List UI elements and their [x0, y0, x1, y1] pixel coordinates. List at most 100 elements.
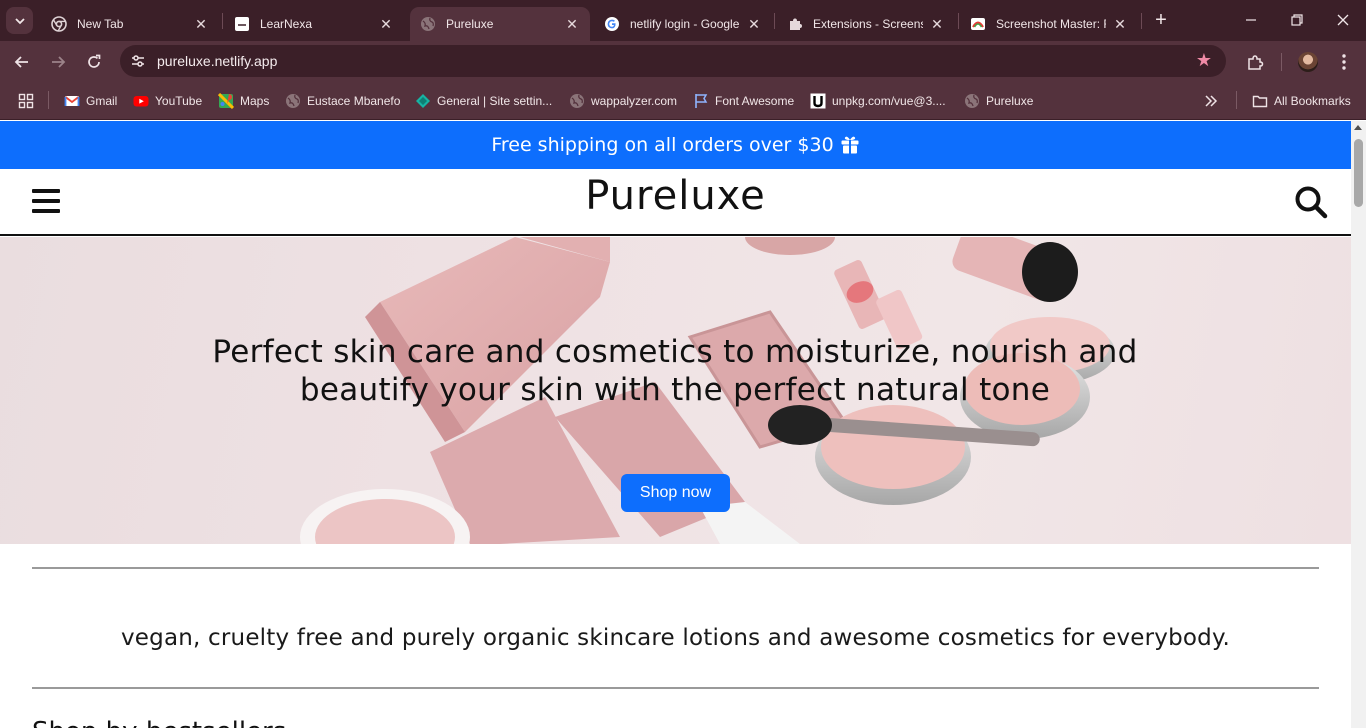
- all-bookmarks-label: All Bookmarks: [1274, 94, 1351, 108]
- divider: [32, 567, 1319, 569]
- forward-button[interactable]: [46, 50, 70, 74]
- tab-title: Screenshot Master: Fu: [996, 17, 1106, 31]
- bookmark-label: Maps: [240, 94, 270, 108]
- arrow-left-icon: [14, 56, 28, 68]
- brand-logo[interactable]: Pureluxe: [0, 173, 1351, 219]
- restore-button[interactable]: [1274, 0, 1320, 40]
- shop-now-button[interactable]: Shop now: [621, 474, 730, 512]
- tab-title: Pureluxe: [446, 17, 494, 31]
- tab-divider: [222, 13, 223, 29]
- plus-icon: +: [1155, 8, 1167, 31]
- close-window-button[interactable]: [1320, 0, 1366, 40]
- gmail-icon: [64, 93, 80, 109]
- menu-button[interactable]: [1332, 50, 1356, 74]
- scroll-up-arrow-icon[interactable]: [1354, 125, 1362, 130]
- puzzle-icon: [1248, 55, 1264, 70]
- new-tab-button[interactable]: +: [1150, 9, 1172, 31]
- google-icon: [604, 16, 620, 32]
- folder-icon: [1252, 93, 1268, 109]
- unpkg-icon: [810, 93, 826, 109]
- tab-title: netlify login - Google: [630, 17, 740, 31]
- bookmark-label: wappalyzer.com: [591, 94, 678, 108]
- bookmark-eustace[interactable]: Eustace Mbanefo: [285, 92, 400, 110]
- gift-icon: [840, 135, 860, 155]
- tab-netlify-login[interactable]: netlify login - Google ✕: [594, 7, 772, 41]
- reload-button[interactable]: [82, 50, 106, 74]
- tune-icon: [132, 55, 144, 67]
- globe-icon: [285, 93, 301, 109]
- page-scrollbar[interactable]: [1351, 121, 1366, 728]
- close-icon: [1337, 14, 1349, 26]
- tab-divider: [958, 13, 959, 29]
- tab-title: New Tab: [77, 17, 124, 31]
- close-icon[interactable]: ✕: [1112, 16, 1128, 32]
- bookmarks-overflow-button[interactable]: [1203, 92, 1225, 110]
- reload-icon: [88, 54, 101, 68]
- bookmark-wappalyzer[interactable]: wappalyzer.com: [569, 92, 677, 110]
- close-icon[interactable]: ✕: [929, 16, 945, 32]
- tab-strip: New Tab ✕ LearNexa ✕ Pureluxe ✕ netlify …: [0, 0, 1366, 41]
- bookmark-gmail[interactable]: Gmail: [64, 92, 117, 110]
- divider: [32, 687, 1319, 689]
- tagline-text: vegan, cruelty free and purely organic s…: [120, 625, 1230, 651]
- site-info-button[interactable]: [127, 50, 149, 72]
- back-button[interactable]: [10, 50, 34, 74]
- extensions-button[interactable]: [1243, 50, 1267, 74]
- tab-extensions[interactable]: Extensions - Screensh ✕: [777, 7, 955, 41]
- close-icon[interactable]: ✕: [378, 16, 394, 32]
- profile-avatar[interactable]: [1298, 52, 1318, 72]
- restore-icon: [1291, 14, 1303, 26]
- search-icon[interactable]: [1294, 185, 1328, 219]
- bookmark-label: Font Awesome: [715, 94, 795, 108]
- hero-banner: Perfect skin care and cosmetics to moist…: [0, 237, 1351, 544]
- chevron-down-icon: [14, 17, 25, 24]
- globe-icon: [569, 93, 585, 109]
- tab-screenshot-master[interactable]: Screenshot Master: Fu ✕: [960, 7, 1138, 41]
- youtube-icon: [133, 93, 149, 109]
- tab-title: LearNexa: [260, 17, 313, 31]
- close-icon[interactable]: ✕: [746, 16, 762, 32]
- bookmark-pureluxe[interactable]: Pureluxe: [964, 92, 1033, 110]
- bookmark-divider: [48, 91, 49, 109]
- bookmark-label: Pureluxe: [986, 94, 1034, 108]
- address-bar[interactable]: pureluxe.netlify.app ★: [120, 45, 1226, 77]
- globe-icon: [964, 93, 980, 109]
- url-text: pureluxe.netlify.app: [157, 53, 278, 69]
- screenshot-master-icon: [970, 16, 986, 32]
- scrollbar-thumb[interactable]: [1354, 139, 1363, 207]
- bookmark-star-icon[interactable]: ★: [1194, 51, 1214, 71]
- close-icon[interactable]: ✕: [564, 16, 580, 32]
- bookmarks-bar: Gmail YouTube Maps Eustace Mbanefo Gener…: [0, 83, 1366, 120]
- site-header: Pureluxe: [0, 169, 1351, 236]
- chrome-icon: [51, 16, 67, 32]
- bookmark-divider: [1236, 91, 1237, 109]
- bookmark-label: YouTube: [155, 94, 203, 108]
- minimize-button[interactable]: [1228, 0, 1274, 40]
- maps-icon: [218, 93, 234, 109]
- apps-button[interactable]: [18, 92, 40, 110]
- globe-icon: [420, 16, 436, 32]
- bookmark-unpkg[interactable]: unpkg.com/vue@3....: [810, 92, 946, 110]
- all-bookmarks-button[interactable]: All Bookmarks: [1252, 92, 1351, 110]
- promo-banner: Free shipping on all orders over $30: [0, 121, 1351, 169]
- bookmark-youtube[interactable]: YouTube: [133, 92, 202, 110]
- tab-new-tab[interactable]: New Tab ✕: [41, 7, 219, 41]
- close-icon[interactable]: ✕: [193, 16, 209, 32]
- tab-search-button[interactable]: [6, 7, 33, 34]
- section-title: Shop by bestsellers: [32, 717, 286, 728]
- site-favicon: [234, 16, 250, 32]
- minimize-icon: [1246, 19, 1256, 21]
- bookmark-maps[interactable]: Maps: [218, 92, 269, 110]
- browser-toolbar: pureluxe.netlify.app ★: [0, 41, 1366, 83]
- tab-divider: [1141, 13, 1142, 29]
- flag-icon: [693, 93, 709, 109]
- puzzle-icon: [787, 16, 803, 32]
- tab-learnexa[interactable]: LearNexa ✕: [224, 7, 404, 41]
- bookmark-label: General | Site settin...: [437, 94, 553, 108]
- bookmark-site-settings[interactable]: General | Site settin...: [415, 92, 552, 110]
- page-viewport: Free shipping on all orders over $30 Pur…: [0, 121, 1351, 728]
- tab-pureluxe[interactable]: Pureluxe ✕: [410, 7, 590, 41]
- bookmark-font-awesome[interactable]: Font Awesome: [693, 92, 794, 110]
- diamond-icon: [415, 93, 431, 109]
- bookmark-label: Eustace Mbanefo: [307, 94, 401, 108]
